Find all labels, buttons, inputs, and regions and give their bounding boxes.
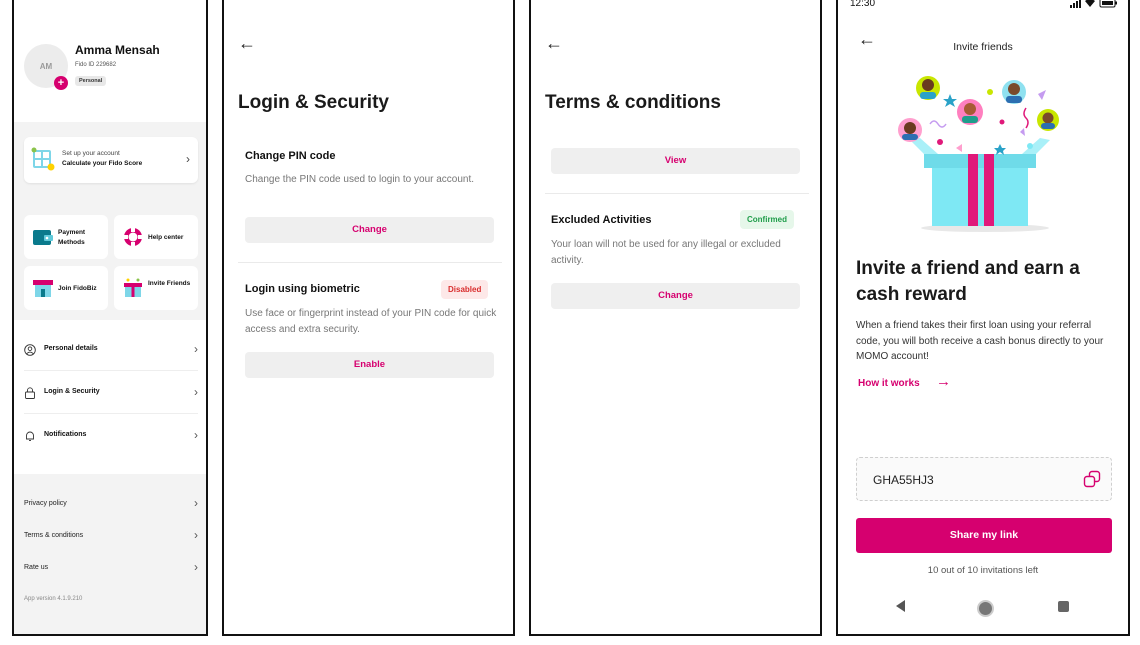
nav-recents-icon[interactable] [1058, 601, 1069, 612]
status-icons [1070, 0, 1118, 11]
biometric-section-title: Login using biometric [245, 283, 360, 295]
person-icon [24, 344, 36, 356]
account-type-badge: Personal [75, 76, 107, 86]
link-terms-conditions[interactable]: Terms & conditions › [24, 523, 198, 553]
menu-personal-details[interactable]: Personal details › [24, 329, 198, 371]
excluded-activities-title: Excluded Activities [551, 214, 652, 226]
link-label: Terms & conditions [24, 532, 84, 539]
pin-section-title: Change PIN code [245, 150, 336, 162]
link-privacy-policy[interactable]: Privacy policy › [24, 491, 198, 521]
change-excluded-button[interactable]: Change [551, 283, 800, 309]
tile-payment-methods[interactable]: Payment Methods [24, 215, 108, 259]
menu-notifications[interactable]: Notifications › [24, 415, 198, 457]
page-title: Invite friends [953, 41, 1013, 53]
tile-label: Join FidoBiz [58, 285, 97, 292]
chevron-right-icon: › [194, 496, 198, 510]
login-security-screen: ← Login & Security Change PIN code Chang… [222, 0, 515, 636]
back-arrow-icon[interactable]: ← [545, 34, 563, 52]
gift-icon [124, 278, 142, 297]
link-rate-us[interactable]: Rate us › [24, 555, 198, 585]
tile-label: Invite Friends [148, 280, 191, 287]
arrow-right-icon[interactable]: → [936, 373, 951, 390]
signal-wifi-battery-icon [1070, 0, 1117, 8]
share-link-button[interactable]: Share my link [856, 518, 1112, 553]
link-label: Rate us [24, 564, 49, 571]
divider [238, 262, 502, 263]
invite-friends-screen: 12:30 ← Invite friends Invite a friend a… [836, 0, 1130, 636]
lock-icon [25, 387, 35, 399]
bell-icon [26, 431, 34, 441]
referral-code: GHA55HJ3 [873, 473, 934, 487]
nav-home-icon[interactable] [977, 600, 994, 617]
change-pin-button[interactable]: Change [245, 217, 494, 243]
user-name: Amma Mensah [75, 43, 160, 57]
profile-screen: AM + Amma Mensah Fido ID 229682 Personal… [12, 0, 208, 636]
chevron-right-icon: › [194, 428, 198, 442]
back-arrow-icon[interactable]: ← [238, 34, 256, 52]
referral-code-box: GHA55HJ3 [856, 457, 1112, 501]
wallet-icon [33, 230, 53, 245]
divider [545, 193, 809, 194]
page-title: Login & Security [238, 92, 389, 113]
lifebuoy-icon [123, 227, 143, 247]
tile-label: Payment Methods [58, 229, 86, 246]
chevron-right-icon: › [194, 385, 198, 399]
store-icon [33, 280, 53, 297]
status-badge: Confirmed [740, 210, 794, 229]
tile-label: Help center [148, 234, 184, 241]
terms-screen: ← Terms & conditions View Excluded Activ… [529, 0, 822, 636]
chevron-right-icon: › [186, 152, 190, 166]
link-label: Privacy policy [24, 500, 67, 507]
excluded-activities-description: Your loan will not be used for any illeg… [551, 239, 781, 266]
chevron-right-icon: › [194, 342, 198, 356]
status-time: 12:30 [850, 0, 876, 9]
how-it-works-link[interactable]: How it works [858, 378, 920, 389]
add-photo-icon[interactable]: + [54, 76, 68, 90]
view-terms-button[interactable]: View [551, 148, 800, 174]
menu-login-security[interactable]: Login & Security › [24, 372, 198, 414]
page-title: Terms & conditions [545, 92, 721, 113]
setup-account-card[interactable]: Set up your account Calculate your Fido … [24, 137, 198, 183]
app-version: App version 4.1.9.210 [24, 596, 83, 602]
calculator-icon [31, 147, 55, 171]
setup-card-title: Calculate your Fido Score [62, 160, 143, 167]
fido-id: Fido ID 229682 [75, 62, 117, 68]
tile-invite-friends[interactable]: Invite Friends [114, 266, 198, 310]
nav-back-icon[interactable] [896, 600, 905, 612]
chevron-right-icon: › [194, 560, 198, 574]
pin-section-description: Change the PIN code used to login to you… [245, 174, 475, 185]
invite-description: When a friend takes their first loan usi… [856, 320, 1104, 362]
chevron-right-icon: › [194, 528, 198, 542]
enable-biometric-button[interactable]: Enable [245, 352, 494, 378]
tile-join-fidobiz[interactable]: Join FidoBiz [24, 266, 108, 310]
status-badge: Disabled [441, 280, 489, 299]
invite-heading: Invite a friend and earn a cash reward [856, 258, 1080, 305]
gift-box-illustration [898, 76, 1059, 232]
copy-icon[interactable] [1083, 470, 1101, 488]
menu-label: Personal details [44, 345, 98, 352]
menu-label: Login & Security [44, 388, 100, 395]
menu-label: Notifications [44, 431, 87, 438]
invitations-left: 10 out of 10 invitations left [927, 565, 1039, 576]
biometric-section-description: Use face or fingerprint instead of your … [245, 308, 497, 335]
tile-help-center[interactable]: Help center [114, 215, 198, 259]
setup-card-subtitle: Set up your account [62, 150, 120, 157]
